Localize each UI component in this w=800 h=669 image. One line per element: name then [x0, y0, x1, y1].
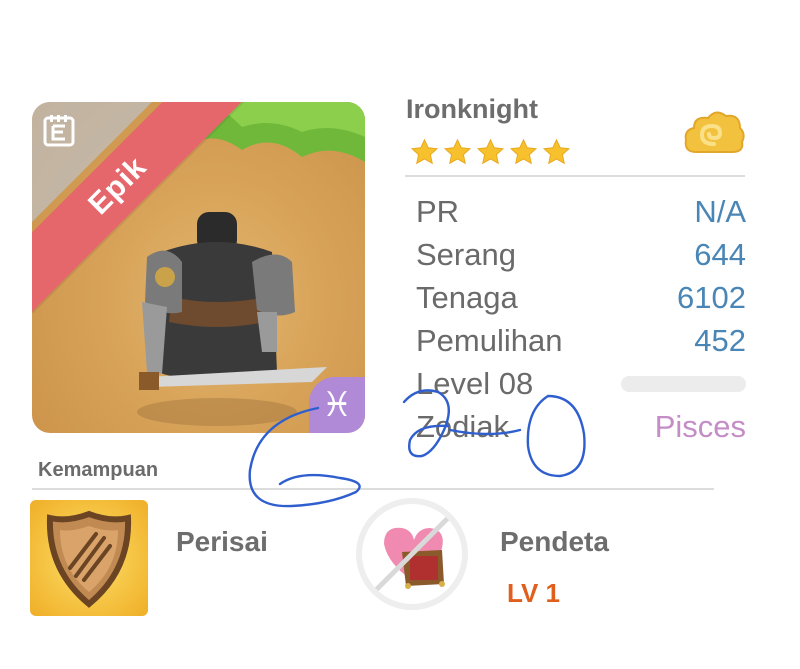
skill-shield-button[interactable] [30, 500, 148, 616]
level-label: Level 08 [416, 365, 534, 401]
skill-name: Pendeta [500, 526, 609, 557]
star-icon [509, 138, 538, 165]
stat-row-pr: PR N/A [416, 190, 746, 233]
stat-value: 6102 [677, 279, 746, 315]
stat-row-recovery: Pemulihan 452 [416, 319, 746, 362]
stat-row-level: Level 08 [416, 362, 746, 405]
hero-portrait-card[interactable]: Epik ♓ [32, 102, 365, 433]
cloud-badge-icon[interactable] [682, 108, 746, 160]
zodiac-value: Pisces [654, 408, 746, 444]
stat-value: N/A [694, 193, 746, 229]
hero-name: Ironknight [406, 94, 538, 124]
stat-value: 644 [694, 236, 746, 272]
book-icon[interactable] [42, 114, 76, 148]
level-progress-bar [621, 375, 746, 392]
abilities-divider [32, 488, 714, 490]
stat-label: Pemulihan [416, 322, 563, 358]
stat-label: Zodiak [416, 408, 510, 444]
star-icon [410, 138, 439, 165]
skill-name: Perisai [176, 526, 268, 557]
shield-icon [46, 510, 132, 608]
stat-label: Serang [416, 236, 516, 272]
star-icon [476, 138, 505, 165]
stat-row-attack: Serang 644 [416, 233, 746, 276]
stats-list: PR N/A Serang 644 Tenaga 6102 Pemulihan … [416, 190, 746, 448]
skill-priest-button[interactable] [356, 498, 468, 610]
stat-row-power: Tenaga 6102 [416, 276, 746, 319]
abilities-section-label: Kemampuan [38, 459, 159, 481]
skill-level: LV 1 [507, 578, 560, 608]
stat-label: PR [416, 193, 460, 229]
hero-armor-image [137, 212, 327, 426]
star-icon [443, 138, 472, 165]
stat-row-zodiac: Zodiak Pisces [416, 405, 746, 448]
star-rating [410, 138, 571, 167]
heart-chest-icon [368, 510, 456, 598]
stats-divider [405, 175, 745, 177]
pisces-icon: ♓ [321, 386, 353, 424]
zodiac-badge: ♓ [309, 377, 365, 433]
star-icon [542, 138, 571, 165]
stat-value: 452 [694, 322, 746, 358]
stat-label: Tenaga [416, 279, 518, 315]
